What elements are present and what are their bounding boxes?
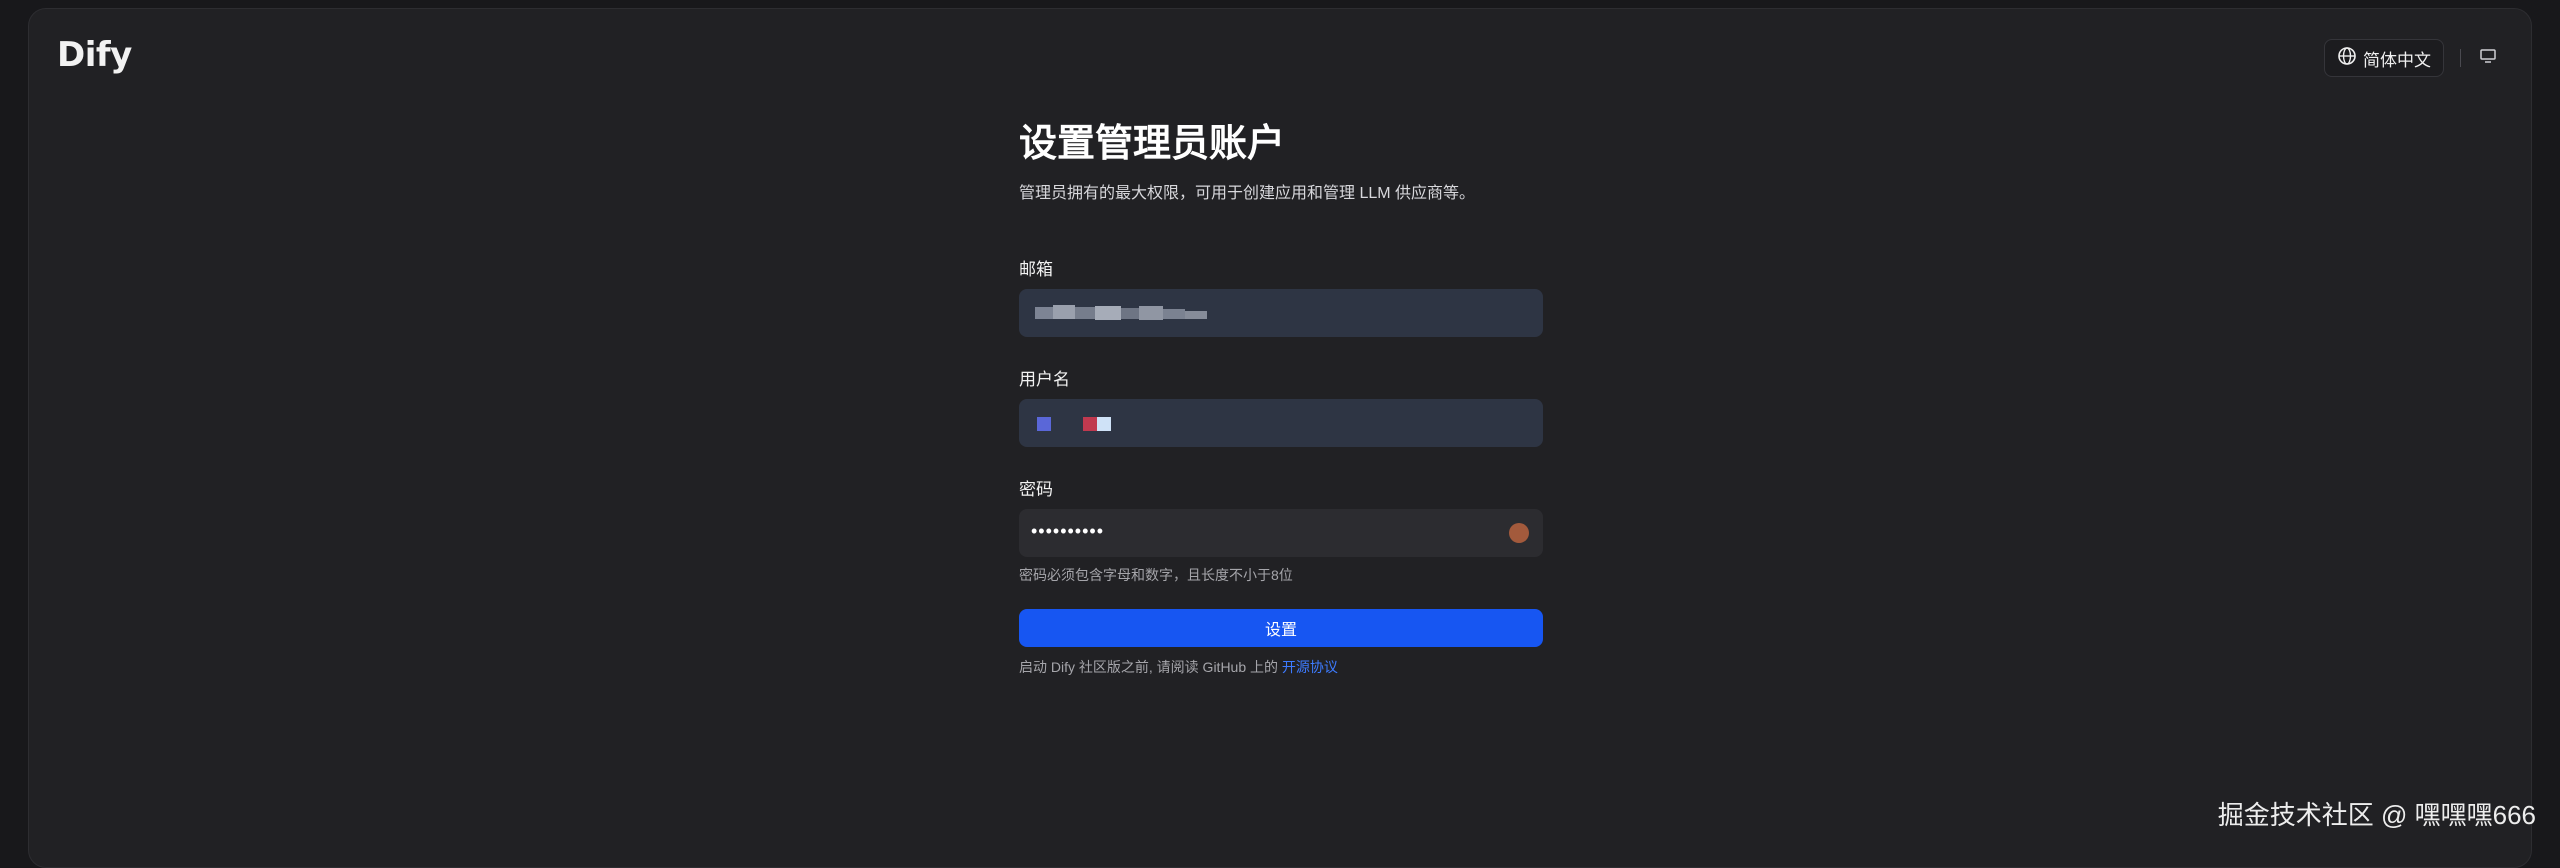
email-field[interactable] xyxy=(1019,289,1543,337)
redacted-username xyxy=(1019,399,1139,447)
license-link[interactable]: 开源协议 xyxy=(1282,659,1338,675)
monitor-icon xyxy=(2479,48,2497,69)
watermark: 掘金技术社区 @ 嘿嘿嘿666 xyxy=(2218,795,2536,832)
username-label: 用户名 xyxy=(1019,365,1543,387)
page-subtitle: 管理员拥有的最大权限，可用于创建应用和管理 LLM 供应商等。 xyxy=(1019,179,1543,203)
license-text: 启动 Dify 社区版之前, 请阅读 GitHub 上的 xyxy=(1019,659,1282,675)
language-selector[interactable]: 简体中文 xyxy=(2324,39,2444,77)
dify-logo[interactable]: Dify xyxy=(57,35,132,75)
page-panel: Dify 简体中文 设置管理员账户 管理员拥有的最大权限，可用 xyxy=(28,8,2532,868)
submit-button[interactable]: 设置 xyxy=(1019,609,1543,647)
password-value: •••••••••• xyxy=(1031,521,1104,542)
theme-toggle-button[interactable] xyxy=(2475,45,2501,71)
globe-icon xyxy=(2337,46,2357,71)
page-title: 设置管理员账户 xyxy=(1019,109,1543,163)
email-label: 邮箱 xyxy=(1019,255,1543,277)
license-notice: 启动 Dify 社区版之前, 请阅读 GitHub 上的 开源协议 xyxy=(1019,657,1543,677)
show-password-icon[interactable] xyxy=(1509,523,1529,543)
password-label: 密码 xyxy=(1019,475,1543,497)
password-field[interactable]: •••••••••• xyxy=(1019,509,1543,557)
divider xyxy=(2460,49,2461,67)
username-field[interactable] xyxy=(1019,399,1543,447)
setup-form: 设置管理员账户 管理员拥有的最大权限，可用于创建应用和管理 LLM 供应商等。 … xyxy=(1019,109,1543,677)
top-bar: 简体中文 xyxy=(2324,39,2501,77)
redacted-email xyxy=(1027,303,1227,325)
language-label: 简体中文 xyxy=(2363,46,2431,71)
password-hint: 密码必须包含字母和数字，且长度不小于8位 xyxy=(1019,565,1543,585)
